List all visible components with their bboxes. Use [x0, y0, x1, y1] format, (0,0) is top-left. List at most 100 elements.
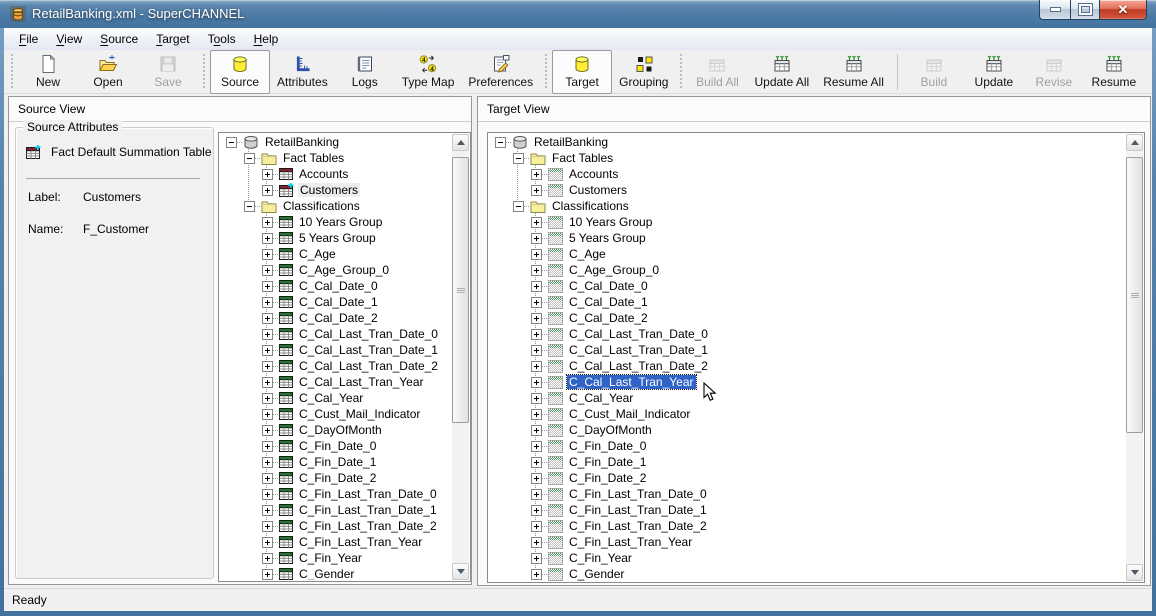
tree-item-c-fin-date-2[interactable]: C_Fin_Date_2	[567, 471, 648, 485]
expand-toggle-icon[interactable]	[262, 489, 273, 500]
expand-toggle-icon[interactable]	[262, 425, 273, 436]
minimize-button[interactable]	[1039, 0, 1071, 20]
new-button[interactable]: New	[18, 50, 78, 94]
tree-row[interactable]: C_Fin_Date_0	[489, 438, 1126, 454]
expand-toggle-icon[interactable]	[262, 313, 273, 324]
tree-item-c-cal-last-tran-date-2[interactable]: C_Cal_Last_Tran_Date_2	[567, 359, 710, 373]
tree-row[interactable]: C_Cal_Last_Tran_Date_0	[489, 326, 1126, 342]
tree-item-c-fin-date-1[interactable]: C_Fin_Date_1	[567, 455, 648, 469]
tree-item-5-years-group[interactable]: 5 Years Group	[297, 231, 378, 245]
expand-toggle-icon[interactable]	[262, 361, 273, 372]
tree-row[interactable]: C_Fin_Date_2	[220, 470, 452, 486]
tree-item-c-fin-year[interactable]: C_Fin_Year	[297, 551, 364, 565]
expand-toggle-icon[interactable]	[531, 281, 542, 292]
collapse-toggle-icon[interactable]	[244, 201, 255, 212]
expand-toggle-icon[interactable]	[262, 281, 273, 292]
tree-row[interactable]: C_Age_Group_0	[489, 262, 1126, 278]
menu-file[interactable]: File	[10, 29, 47, 49]
tree-item-c-gender[interactable]: C_Gender	[567, 567, 626, 581]
expand-toggle-icon[interactable]	[531, 169, 542, 180]
tree-item-c-dayofmonth[interactable]: C_DayOfMonth	[297, 423, 384, 437]
close-button[interactable]: ✕	[1099, 0, 1147, 20]
tree-item-c-age-group-0[interactable]: C_Age_Group_0	[567, 263, 661, 277]
expand-toggle-icon[interactable]	[531, 217, 542, 228]
tree-row[interactable]: C_Fin_Date_1	[489, 454, 1126, 470]
tree-item-c-cal-date-1[interactable]: C_Cal_Date_1	[297, 295, 380, 309]
expand-toggle-icon[interactable]	[531, 393, 542, 404]
expand-toggle-icon[interactable]	[262, 297, 273, 308]
open-button[interactable]: Open	[78, 50, 138, 94]
tree-item-customers[interactable]: Customers	[567, 183, 629, 197]
tree-row[interactable]: C_Cust_Mail_Indicator	[489, 406, 1126, 422]
expand-toggle-icon[interactable]	[262, 569, 273, 580]
tree-row[interactable]: C_Cal_Date_1	[220, 294, 452, 310]
tree-row[interactable]: C_Cust_Mail_Indicator	[220, 406, 452, 422]
menu-help[interactable]: Help	[245, 29, 288, 49]
expand-toggle-icon[interactable]	[262, 233, 273, 244]
save-button[interactable]: Save	[138, 50, 198, 94]
logs-button[interactable]: Logs	[335, 50, 395, 94]
tree-row[interactable]: Fact Tables	[489, 150, 1126, 166]
expand-toggle-icon[interactable]	[262, 521, 273, 532]
expand-toggle-icon[interactable]	[531, 233, 542, 244]
tree-row[interactable]: C_Age	[220, 246, 452, 262]
attributes-button[interactable]: Attributes	[270, 50, 335, 94]
maximize-button[interactable]	[1070, 0, 1100, 20]
tree-row[interactable]: C_Cal_Last_Tran_Date_1	[220, 342, 452, 358]
expand-toggle-icon[interactable]	[531, 377, 542, 388]
tree-item-c-cal-year[interactable]: C_Cal_Year	[567, 391, 635, 405]
tree-row[interactable]: C_Cal_Date_0	[220, 278, 452, 294]
tree-item-c-cal-last-tran-date-1[interactable]: C_Cal_Last_Tran_Date_1	[297, 343, 440, 357]
scroll-up-button[interactable]	[452, 134, 469, 151]
tree-item-classifications[interactable]: Classifications	[550, 199, 631, 213]
tree-item-c-cal-last-tran-date-1[interactable]: C_Cal_Last_Tran_Date_1	[567, 343, 710, 357]
tree-row[interactable]: RetailBanking	[220, 134, 452, 150]
expand-toggle-icon[interactable]	[531, 473, 542, 484]
tree-item-c-fin-last-tran-date-2[interactable]: C_Fin_Last_Tran_Date_2	[297, 519, 439, 533]
tree-row[interactable]: Fact Tables	[220, 150, 452, 166]
tree-row[interactable]: C_Gender	[489, 566, 1126, 581]
build-button[interactable]: Build	[904, 50, 964, 94]
tree-row[interactable]: Accounts	[220, 166, 452, 182]
tree-row[interactable]: C_Fin_Date_2	[489, 470, 1126, 486]
scroll-up-button[interactable]	[1126, 134, 1143, 151]
tree-item-fact-tables[interactable]: Fact Tables	[281, 151, 346, 165]
tree-item-c-fin-last-tran-date-0[interactable]: C_Fin_Last_Tran_Date_0	[567, 487, 709, 501]
tree-item-10-years-group[interactable]: 10 Years Group	[297, 215, 384, 229]
tree-item-c-age[interactable]: C_Age	[567, 247, 608, 261]
tree-row[interactable]: C_Age_Group_0	[220, 262, 452, 278]
tree-row[interactable]: C_Fin_Year	[220, 550, 452, 566]
tree-row[interactable]: C_Fin_Last_Tran_Date_0	[489, 486, 1126, 502]
expand-toggle-icon[interactable]	[262, 169, 273, 180]
expand-toggle-icon[interactable]	[531, 505, 542, 516]
preferences-button[interactable]: Preferences	[461, 50, 540, 94]
resume-button[interactable]: Resume	[1084, 50, 1144, 94]
tree-item-c-cal-last-tran-year[interactable]: C_Cal_Last_Tran_Year	[297, 375, 426, 389]
tree-item-retailbanking[interactable]: RetailBanking	[532, 135, 610, 149]
collapse-toggle-icon[interactable]	[513, 153, 524, 164]
expand-toggle-icon[interactable]	[531, 185, 542, 196]
tree-item-fact-tables[interactable]: Fact Tables	[550, 151, 615, 165]
scroll-down-button[interactable]	[1126, 564, 1143, 581]
scroll-thumb[interactable]	[1126, 157, 1143, 433]
tree-item-c-fin-date-1[interactable]: C_Fin_Date_1	[297, 455, 378, 469]
tree-item-c-cal-last-tran-date-0[interactable]: C_Cal_Last_Tran_Date_0	[567, 327, 710, 341]
tree-item-c-cust-mail-indicator[interactable]: C_Cust_Mail_Indicator	[297, 407, 422, 421]
expand-toggle-icon[interactable]	[262, 249, 273, 260]
title-bar[interactable]: RetailBanking.xml - SuperCHANNEL ✕	[0, 0, 1156, 28]
tree-row[interactable]: C_Fin_Last_Tran_Date_2	[220, 518, 452, 534]
tree-item-c-gender[interactable]: C_Gender	[297, 567, 356, 580]
tree-item-c-fin-date-0[interactable]: C_Fin_Date_0	[567, 439, 648, 453]
expand-toggle-icon[interactable]	[531, 553, 542, 564]
tree-row[interactable]: C_DayOfMonth	[489, 422, 1126, 438]
tree-item-c-age-group-0[interactable]: C_Age_Group_0	[297, 263, 391, 277]
tree-row[interactable]: C_Fin_Last_Tran_Year	[489, 534, 1126, 550]
collapse-toggle-icon[interactable]	[495, 137, 506, 148]
tree-row[interactable]: C_Cal_Last_Tran_Date_2	[220, 358, 452, 374]
menu-target[interactable]: Target	[147, 29, 198, 49]
tree-item-c-cal-date-1[interactable]: C_Cal_Date_1	[567, 295, 650, 309]
tree-item-c-fin-last-tran-date-1[interactable]: C_Fin_Last_Tran_Date_1	[297, 503, 439, 517]
expand-toggle-icon[interactable]	[262, 409, 273, 420]
tree-item-c-cal-last-tran-date-2[interactable]: C_Cal_Last_Tran_Date_2	[297, 359, 440, 373]
source-button[interactable]: Source	[210, 50, 270, 94]
